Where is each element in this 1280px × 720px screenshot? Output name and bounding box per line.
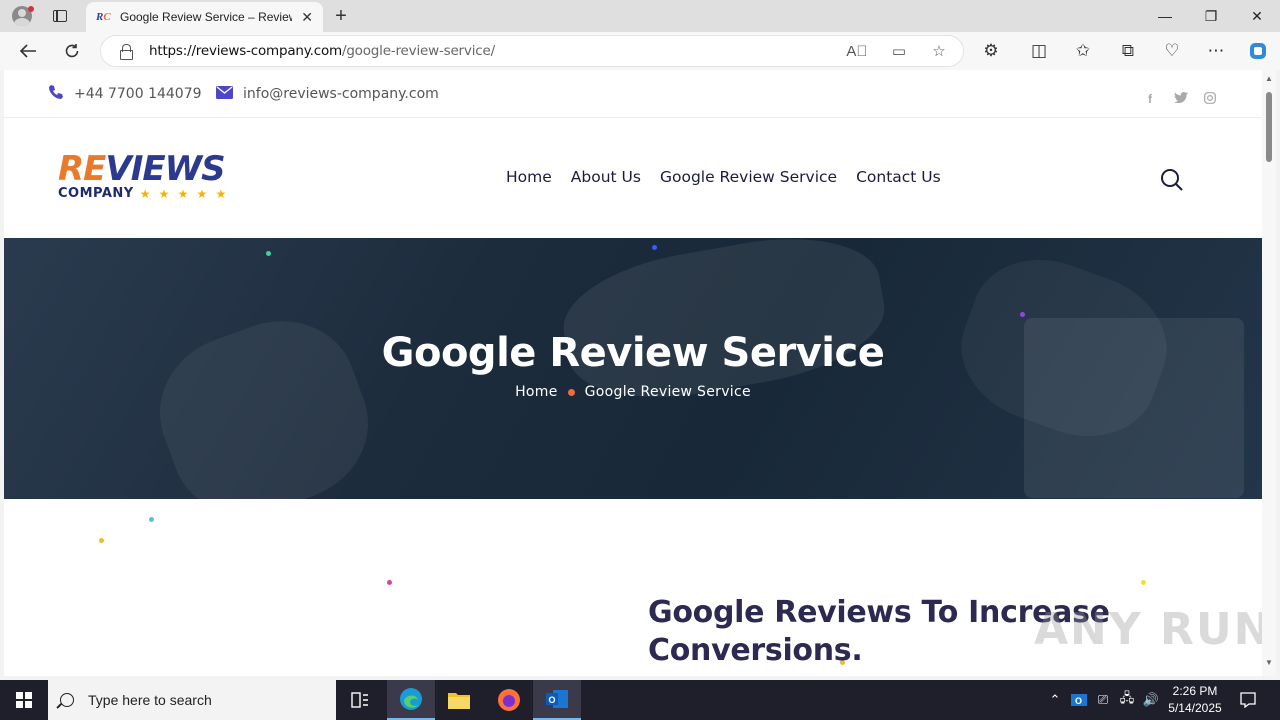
start-button[interactable] — [0, 680, 48, 720]
site-header: REVIEWS COMPANY ★ ★ ★ ★ ★ Home About Us G… — [4, 118, 1262, 238]
hero-banner: Google Review Service Home Google Review … — [4, 238, 1262, 499]
task-view-icon[interactable] — [336, 680, 384, 720]
phone-icon — [48, 84, 64, 104]
page-viewport: +44 7700 144079 info@reviews-company.com… — [4, 70, 1262, 676]
collections-icon[interactable]: ⧉ — [1112, 32, 1144, 70]
volume-icon[interactable]: 🔊 — [1141, 680, 1161, 720]
menu-item-home[interactable]: Home — [506, 168, 552, 186]
breadcrumb: Home Google Review Service — [4, 384, 1262, 400]
tray-device-icon[interactable]: ⎚ — [1094, 680, 1112, 720]
notification-dot — [28, 6, 34, 12]
search-icon[interactable] — [1160, 168, 1183, 191]
lock-icon[interactable] — [119, 44, 133, 60]
immersive-reader-icon[interactable]: ▭ — [885, 36, 913, 66]
windows-taskbar: Type here to search O ⌃ O ⎚ 🖧 🔊 2:26 PM … — [0, 680, 1280, 720]
refresh-icon[interactable] — [56, 32, 88, 70]
top-info-bar: +44 7700 144079 info@reviews-company.com… — [4, 70, 1262, 118]
logo-subtitle: COMPANY ★ ★ ★ ★ ★ — [58, 186, 229, 201]
tab-close-icon[interactable]: ✕ — [301, 9, 313, 26]
scroll-down-arrow-icon[interactable]: ▼ — [1265, 658, 1273, 667]
browser-toolbar: https://reviews-company.com/google-revie… — [0, 32, 1280, 70]
read-aloud-icon[interactable]: A᪲ — [843, 36, 871, 66]
outlook-icon[interactable]: O — [533, 680, 581, 720]
firefox-icon[interactable] — [485, 680, 533, 720]
restore-button[interactable]: ❐ — [1188, 0, 1234, 32]
browser-essentials-icon[interactable]: ♡ — [1156, 32, 1188, 70]
hero-title: Google Review Service — [381, 330, 885, 376]
decor-dot — [387, 580, 392, 585]
clock-date: 5/14/2025 — [1168, 701, 1222, 715]
decor-dot — [149, 517, 154, 522]
tab-title: Google Review Service – Reviews — [120, 10, 292, 24]
new-tab-button[interactable]: + — [330, 4, 352, 28]
site-logo[interactable]: REVIEWS COMPANY ★ ★ ★ ★ ★ — [58, 152, 240, 206]
anyrun-watermark: ANY RUN — [1034, 604, 1273, 655]
more-menu-icon[interactable]: ⋯ — [1200, 32, 1232, 70]
email-address[interactable]: info@reviews-company.com — [243, 86, 439, 102]
copilot-icon[interactable] — [1242, 32, 1274, 70]
decor-dot — [266, 251, 271, 256]
menu-item-contact-us[interactable]: Contact Us — [856, 168, 941, 186]
search-icon — [60, 693, 74, 707]
taskbar-clock[interactable]: 2:26 PM 5/14/2025 — [1160, 683, 1230, 717]
favorites-icon[interactable]: ✩ — [1067, 32, 1099, 70]
tray-outlook-icon[interactable]: O — [1070, 680, 1088, 720]
address-bar[interactable]: https://reviews-company.com/google-revie… — [100, 35, 964, 67]
page-scrollbar[interactable]: ▲ ▼ — [1262, 70, 1276, 676]
decor-dot — [99, 538, 104, 543]
envelope-icon — [216, 84, 233, 103]
edge-taskbar-icon[interactable] — [387, 680, 435, 720]
browser-tab-active[interactable]: RC Google Review Service – Reviews ✕ — [86, 2, 323, 32]
url-text[interactable]: https://reviews-company.com/google-revie… — [149, 43, 495, 59]
menu-item-about-us[interactable]: About Us — [571, 168, 641, 186]
facebook-icon[interactable]: f — [1148, 92, 1152, 106]
email-contact[interactable]: info@reviews-company.com — [216, 84, 439, 103]
tray-overflow-chevron-icon[interactable]: ⌃ — [1046, 680, 1064, 720]
decor-dot — [1141, 580, 1146, 585]
decor-dot — [1020, 312, 1025, 317]
tab-actions-icon[interactable] — [44, 0, 76, 32]
taskbar-search-placeholder: Type here to search — [88, 692, 212, 708]
breadcrumb-home[interactable]: Home — [515, 384, 558, 400]
main-menu: Home About Us Google Review Service Cont… — [506, 168, 941, 186]
minimize-button[interactable]: — — [1142, 0, 1188, 32]
phone-contact[interactable]: +44 7700 144079 — [48, 84, 202, 104]
taskbar-search-box[interactable]: Type here to search — [48, 680, 336, 720]
decor-dot — [652, 245, 657, 250]
breadcrumb-current: Google Review Service — [584, 384, 751, 400]
notification-center-icon[interactable] — [1234, 680, 1262, 720]
windows-logo-icon — [16, 692, 32, 708]
back-arrow-icon[interactable] — [12, 32, 44, 70]
file-explorer-icon[interactable] — [435, 680, 483, 720]
extensions-icon[interactable]: ⚙ — [975, 32, 1007, 70]
logo-stars-icon: ★ ★ ★ ★ ★ — [139, 186, 229, 201]
instagram-icon[interactable] — [1204, 92, 1216, 107]
network-icon[interactable]: 🖧 — [1117, 680, 1137, 720]
profile-button[interactable] — [0, 0, 44, 32]
breadcrumb-separator — [567, 388, 575, 396]
menu-item-google-review-service[interactable]: Google Review Service — [660, 168, 837, 186]
phone-number[interactable]: +44 7700 144079 — [74, 86, 202, 102]
scroll-up-arrow-icon[interactable]: ▲ — [1265, 74, 1273, 83]
twitter-icon[interactable] — [1174, 92, 1188, 106]
svg-text:O: O — [549, 695, 556, 705]
svg-text:O: O — [1075, 696, 1082, 706]
favorite-star-icon[interactable]: ☆ — [925, 36, 953, 66]
clock-time: 2:26 PM — [1172, 684, 1218, 698]
close-window-button[interactable]: ✕ — [1234, 0, 1280, 32]
scrollbar-thumb[interactable] — [1266, 92, 1272, 162]
logo-wordmark: REVIEWS — [58, 149, 226, 189]
split-screen-icon[interactable]: ◫ — [1023, 32, 1055, 70]
site-favicon-icon: RC — [96, 11, 111, 23]
